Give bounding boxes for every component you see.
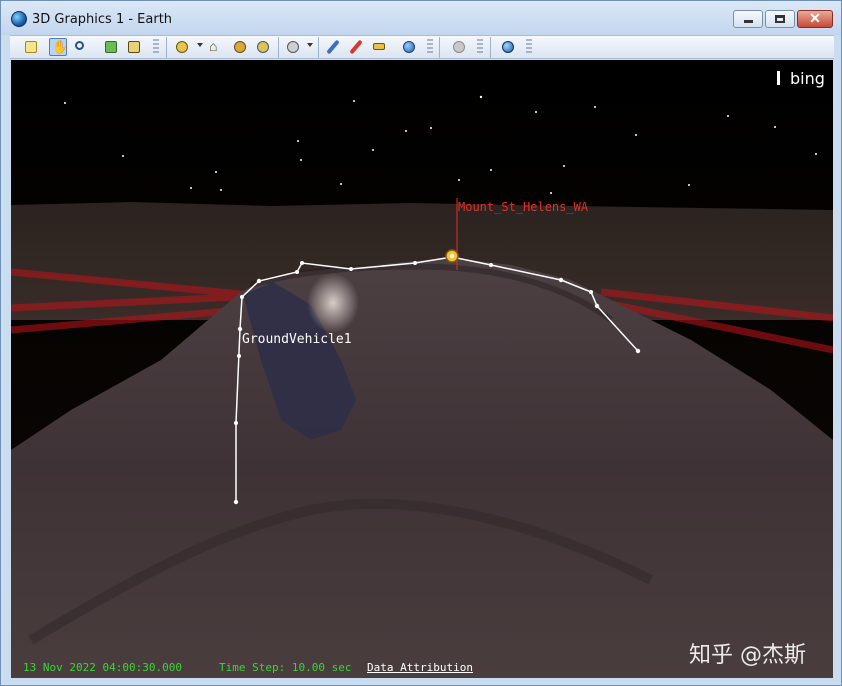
globe-imagery-button[interactable] (499, 38, 517, 56)
home-icon: ⌂ (209, 38, 218, 54)
app-window: 3D Graphics 1 - Earth ✕ ✋ ⌂ bing Mount_S… (0, 0, 842, 686)
view-object-button[interactable] (231, 38, 249, 56)
chevron-down-icon[interactable] (307, 43, 313, 47)
minimize-button[interactable] (733, 10, 763, 28)
marker-button[interactable] (347, 38, 365, 56)
maximize-icon (775, 15, 785, 23)
window-title: 3D Graphics 1 - Earth (32, 12, 173, 27)
view-from-icon (105, 41, 117, 53)
properties-icon (25, 41, 37, 53)
view-object-icon (234, 41, 246, 53)
terrain-disabled-icon (453, 41, 465, 53)
place-label: Mount_St_Helens_WA (458, 200, 589, 214)
title-bar[interactable]: 3D Graphics 1 - Earth ✕ (1, 1, 841, 35)
close-icon: ✕ (809, 10, 821, 26)
data-attribution-link[interactable]: Data Attribution (367, 661, 473, 674)
terrain-button (450, 38, 468, 56)
view-eye-button[interactable] (173, 38, 191, 56)
properties-button[interactable] (22, 38, 40, 56)
zoom-icon (75, 41, 84, 50)
vehicle-label: GroundVehicle1 (242, 332, 352, 347)
orbit-view-icon (287, 41, 299, 53)
globe-settings-icon (403, 41, 415, 53)
bing-wordmark: bing (790, 69, 825, 88)
toolbar-overflow-grip[interactable] (427, 39, 433, 55)
toolbar-overflow-grip[interactable] (526, 39, 532, 55)
toolbar-separator (278, 37, 279, 58)
pencil-button[interactable] (324, 38, 342, 56)
globe-imagery-icon (502, 41, 514, 53)
orbit-view-button[interactable] (284, 38, 302, 56)
pencil-icon (326, 39, 340, 55)
toolbar-overflow-grip[interactable] (477, 39, 483, 55)
marker-icon (349, 39, 363, 55)
ruler-button[interactable] (370, 38, 388, 56)
snow-highlight (307, 273, 359, 333)
toolbar-separator (439, 37, 440, 58)
animation-time: 13 Nov 2022 04:00:30.000 (23, 661, 182, 674)
earth-3d-viewport[interactable]: bing Mount_St_Helens_WA GroundVehicle1 1… (11, 60, 833, 678)
scene-canvas (11, 60, 833, 678)
view-from-button[interactable] (102, 38, 120, 56)
chevron-down-icon[interactable] (197, 43, 203, 47)
minimize-icon (744, 20, 753, 23)
watermark: 知乎 @杰斯 (689, 643, 806, 668)
pan-hand-icon: ✋ (52, 39, 69, 54)
view-eye-icon (176, 41, 188, 53)
home-view-button[interactable]: ⌂ (207, 38, 225, 56)
maximize-button[interactable] (765, 10, 795, 28)
toolbar-separator (318, 37, 319, 58)
earth-app-icon (11, 11, 27, 27)
toolbar-separator (166, 37, 167, 58)
graphics-toolbar: ✋ ⌂ (10, 35, 834, 59)
toolbar-overflow-grip[interactable] (153, 39, 159, 55)
snapshot-icon (128, 41, 140, 53)
view-top-button[interactable] (254, 38, 272, 56)
globe-settings-button[interactable] (400, 38, 418, 56)
pan-button[interactable]: ✋ (49, 38, 69, 56)
toolbar-separator (490, 37, 491, 58)
bing-logo: bing (777, 69, 825, 88)
place-marker-icon[interactable] (445, 249, 459, 263)
time-step: Time Step: 10.00 sec (219, 661, 352, 674)
close-button[interactable]: ✕ (797, 10, 833, 28)
bing-b-icon (777, 71, 786, 85)
ruler-icon (373, 43, 385, 50)
view-top-icon (257, 41, 269, 53)
zoom-button[interactable] (72, 38, 90, 56)
snapshot-button[interactable] (125, 38, 143, 56)
